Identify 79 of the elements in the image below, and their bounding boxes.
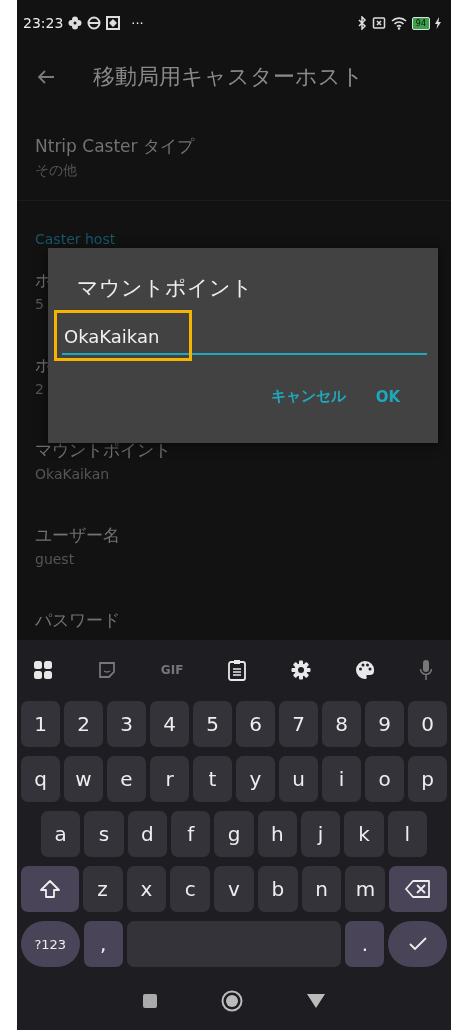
shift-key[interactable] (21, 866, 79, 912)
backspace-icon (405, 879, 432, 899)
symbols-key[interactable]: ?123 (21, 921, 80, 967)
keyboard-key[interactable]: v (214, 866, 254, 912)
setting-value: 5 (35, 296, 44, 312)
keyboard-key[interactable]: u (279, 756, 318, 802)
keyboard-key[interactable]: 3 (107, 701, 146, 747)
keyboard-key[interactable]: k (344, 811, 384, 857)
battery-level: 94 (411, 16, 430, 30)
keyboard-key[interactable]: b (257, 866, 298, 912)
keyboard-key[interactable]: l (387, 811, 427, 857)
keyboard-key[interactable]: 6 (236, 701, 275, 747)
keyboard-key[interactable]: y (236, 756, 275, 802)
keyboard-key[interactable]: z (82, 866, 123, 912)
setting-value: guest (35, 551, 75, 567)
keyboard-key[interactable]: , (83, 921, 123, 967)
keyboard-key[interactable]: g (214, 811, 254, 857)
sim-icon (371, 16, 386, 30)
setting-title[interactable]: マウントポイント (35, 439, 171, 462)
home-icon[interactable] (221, 990, 243, 1012)
wifi-icon (390, 16, 407, 30)
bluetooth-icon (356, 16, 367, 30)
keyboard-key[interactable]: o (365, 756, 404, 802)
more-notifications: ··· (131, 15, 144, 31)
settings-icon[interactable] (291, 660, 312, 680)
keyboard-key[interactable]: p (408, 756, 447, 802)
setting-title[interactable]: パスワード (35, 609, 120, 632)
keyboard-key[interactable]: 9 (365, 701, 404, 747)
section-header: Caster host (35, 231, 116, 247)
keyboard-key[interactable]: c (170, 866, 211, 912)
keyboard-key[interactable]: a (41, 811, 81, 857)
keyboard-key[interactable]: 8 (322, 701, 361, 747)
setting-value: その他 (35, 162, 77, 180)
cancel-button[interactable]: キャンセル (266, 381, 350, 412)
palette-icon[interactable] (355, 660, 376, 680)
screen-title: 移動局用キャスターホスト (93, 62, 364, 91)
keyboard-key[interactable]: s (84, 811, 124, 857)
recents-icon[interactable] (142, 993, 159, 1009)
gif-button[interactable]: GIF (160, 663, 184, 677)
keyboard-key[interactable]: 7 (279, 701, 318, 747)
bolt-icon (435, 17, 441, 29)
sticker-icon[interactable] (96, 660, 117, 680)
setting-title[interactable]: ユーザー名 (35, 524, 120, 547)
apps-grid-icon[interactable] (33, 660, 53, 680)
keyboard-key[interactable]: q (21, 756, 60, 802)
setting-title[interactable]: Ntrip Caster タイプ (35, 135, 194, 158)
backspace-key[interactable] (389, 866, 447, 912)
setting-value: OkaKaikan (35, 466, 110, 482)
keyboard-key[interactable]: j (300, 811, 341, 857)
keyboard-key[interactable]: 5 (193, 701, 232, 747)
keyboard-key[interactable]: m (345, 866, 386, 912)
keyboard-key[interactable]: 4 (150, 701, 189, 747)
back-icon[interactable] (305, 993, 326, 1009)
keyboard-key[interactable]: . (345, 921, 385, 967)
keyboard-key[interactable]: f (171, 811, 211, 857)
keyboard-key[interactable]: x (126, 866, 167, 912)
keyboard-key[interactable]: i (322, 756, 361, 802)
image-icon (106, 16, 121, 30)
keyboard-key[interactable]: 2 (64, 701, 103, 747)
keyboard-key[interactable]: 1 (21, 701, 60, 747)
back-arrow-icon[interactable] (37, 68, 55, 85)
setting-value: 2 (35, 381, 44, 397)
keyboard-key[interactable]: h (257, 811, 297, 857)
ok-button[interactable]: OK (371, 381, 404, 412)
keyboard-key[interactable]: e (107, 756, 146, 802)
input-field[interactable]: OkaKaikan (62, 320, 427, 355)
status-time: 23:23 (23, 15, 64, 31)
keyboard-key[interactable]: w (64, 756, 103, 802)
keyboard-key[interactable]: n (301, 866, 342, 912)
clipboard-icon[interactable] (227, 659, 248, 681)
dialog-title: マウントポイント (76, 275, 254, 302)
microphone-icon[interactable] (418, 659, 433, 681)
fan-icon (68, 16, 83, 30)
shift-arrow-icon (38, 879, 61, 899)
keyboard-key[interactable]: t (193, 756, 232, 802)
checkmark-icon (407, 936, 428, 952)
keyboard-key[interactable]: r (150, 756, 189, 802)
keyboard-key[interactable]: 0 (408, 701, 447, 747)
keyboard-key[interactable]: d (127, 811, 167, 857)
